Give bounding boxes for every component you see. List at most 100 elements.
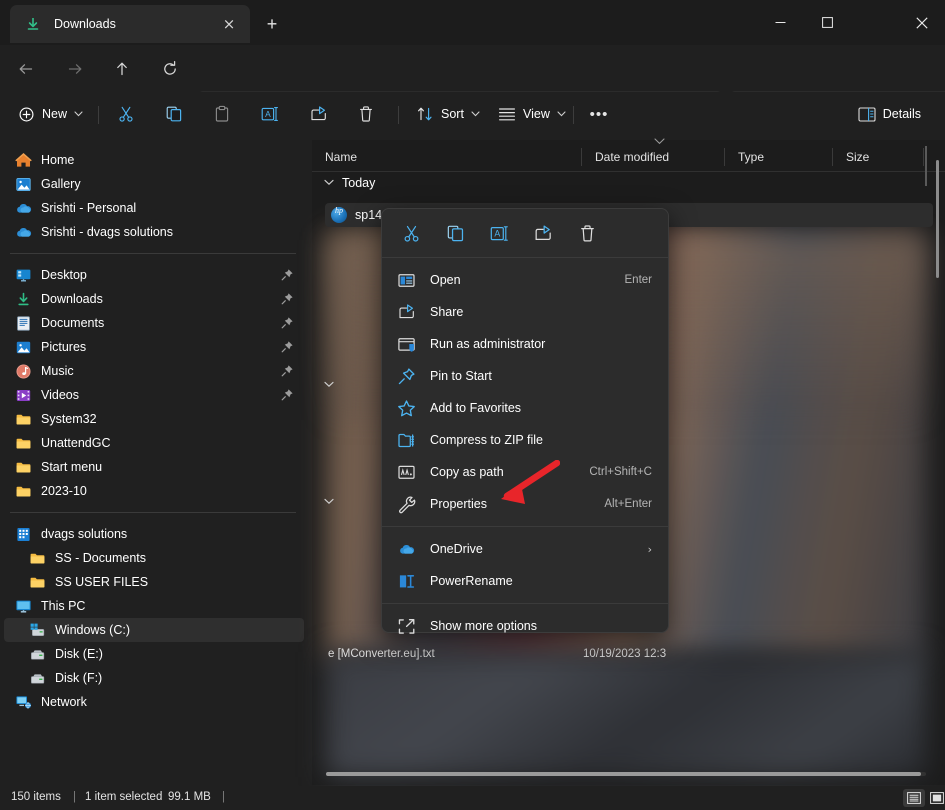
context-menu-quick-actions: A — [382, 209, 668, 257]
share-icon[interactable] — [302, 98, 334, 130]
pin-icon[interactable] — [281, 268, 294, 284]
pin-icon[interactable] — [281, 340, 294, 356]
refresh-button[interactable] — [154, 53, 186, 85]
context-menu-item-open[interactable]: Open Enter — [382, 264, 668, 296]
sidebar-item-dvags-solutions[interactable]: dvags solutions — [4, 522, 304, 546]
context-menu-item-run-as-administrator[interactable]: Run as administrator — [382, 328, 668, 360]
sidebar-item-ss-documents[interactable]: SS - Documents — [4, 546, 304, 570]
vertical-scrollbar-thumb[interactable] — [936, 160, 939, 278]
sidebar-item-label: dvags solutions — [41, 527, 128, 541]
sort-button[interactable]: Sort — [408, 98, 488, 130]
details-pane-button[interactable]: Details — [850, 98, 929, 130]
status-item-count: 150 items — [11, 791, 61, 803]
cut-icon[interactable] — [110, 98, 142, 130]
pin-icon[interactable] — [281, 364, 294, 380]
column-divider[interactable] — [923, 148, 924, 166]
chevron-down-icon[interactable] — [324, 178, 334, 189]
context-menu-item-show-more-options[interactable]: Show more options — [382, 610, 668, 642]
sidebar-item-2023-10[interactable]: 2023-10 — [4, 479, 304, 503]
sidebar-item-downloads[interactable]: Downloads — [4, 287, 304, 311]
sidebar-item-label: This PC — [41, 599, 86, 613]
sidebar-item-this-pc[interactable]: This PC — [4, 594, 304, 618]
close-window-button[interactable] — [898, 0, 945, 45]
chevron-down-icon[interactable] — [324, 497, 334, 508]
pin-icon[interactable] — [281, 388, 294, 404]
new-tab-button[interactable]: + — [258, 10, 286, 38]
pin-icon[interactable] — [281, 292, 294, 308]
sidebar-item-disk-e[interactable]: Disk (E:) — [4, 642, 304, 666]
copy-icon[interactable] — [436, 216, 474, 250]
rename-icon[interactable]: A — [254, 98, 286, 130]
context-menu[interactable]: A Open Enter Share Run as administrator … — [381, 208, 669, 634]
status-separator: | — [222, 791, 225, 803]
navigation-pane[interactable]: Home Gallery Srishti - Personal Srishti - d… — [0, 140, 310, 785]
pin-icon[interactable] — [281, 316, 294, 332]
folder-icon — [28, 549, 46, 567]
sidebar-divider — [10, 253, 296, 254]
context-menu-item-add-to-favorites[interactable]: Add to Favorites — [382, 392, 668, 424]
toolbar-divider — [573, 106, 574, 124]
large-icons-view-icon[interactable] — [926, 789, 945, 807]
sidebar-item-music[interactable]: Music — [4, 359, 304, 383]
column-header-name[interactable]: Name — [312, 143, 580, 171]
context-menu-item-properties[interactable]: Properties Alt+Enter — [382, 488, 668, 520]
sidebar-item-label: Disk (E:) — [55, 647, 103, 661]
onedrive-icon — [396, 539, 416, 559]
sidebar-scrollbar-thumb[interactable] — [925, 146, 927, 186]
view-button[interactable]: View — [490, 98, 574, 130]
sidebar-item-label: Srishti - dvags solutions — [41, 225, 174, 239]
details-view-icon[interactable] — [903, 789, 925, 807]
context-menu-item-compress-to-zip-file[interactable]: Compress to ZIP file — [382, 424, 668, 456]
back-button[interactable] — [10, 53, 42, 85]
sidebar-item-gallery[interactable]: Gallery — [4, 172, 304, 196]
close-icon[interactable]: × — [216, 11, 242, 37]
tab-downloads[interactable]: Downloads × — [10, 5, 250, 43]
maximize-button[interactable] — [804, 0, 851, 45]
delete-icon[interactable] — [568, 216, 606, 250]
sidebar-item-srishti-personal[interactable]: Srishti - Personal — [4, 196, 304, 220]
context-menu-item-copy-as-path[interactable]: Copy as path Ctrl+Shift+C — [382, 456, 668, 488]
forward-button[interactable] — [59, 53, 91, 85]
sidebar-item-start-menu[interactable]: Start menu — [4, 455, 304, 479]
sidebar-item-network[interactable]: Network — [4, 690, 304, 714]
sidebar-item-label: SS - Documents — [55, 551, 147, 565]
rename-icon[interactable]: A — [480, 216, 518, 250]
column-header-size[interactable]: Size — [833, 143, 923, 171]
minimize-button[interactable] — [757, 0, 804, 45]
sidebar-item-disk-f[interactable]: Disk (F:) — [4, 666, 304, 690]
copy-icon[interactable] — [158, 98, 190, 130]
sidebar-item-documents[interactable]: Documents — [4, 311, 304, 335]
sidebar-item-srishti-dvags-solutions[interactable]: Srishti - dvags solutions — [4, 220, 304, 244]
drive-icon — [28, 669, 46, 687]
group-label: Today — [342, 176, 376, 190]
desktop-icon — [14, 266, 32, 284]
context-menu-item-powerrename[interactable]: PowerRename — [382, 565, 668, 597]
context-menu-item-onedrive[interactable]: OneDrive › — [382, 533, 668, 565]
sidebar-item-ss-user-files[interactable]: SS USER FILES — [4, 570, 304, 594]
share-icon[interactable] — [524, 216, 562, 250]
zip-icon — [396, 430, 416, 450]
new-button[interactable]: New — [10, 98, 91, 130]
sidebar-item-videos[interactable]: Videos — [4, 383, 304, 407]
sidebar-item-desktop[interactable]: Desktop — [4, 263, 304, 287]
cut-icon[interactable] — [392, 216, 430, 250]
horizontal-scrollbar-thumb[interactable] — [326, 772, 921, 776]
column-header-date-modified[interactable]: Date modified — [582, 143, 724, 171]
sidebar-item-system32[interactable]: System32 — [4, 407, 304, 431]
context-menu-item-label: OneDrive — [430, 542, 483, 556]
delete-icon[interactable] — [350, 98, 382, 130]
copypath-icon — [396, 462, 416, 482]
sidebar-item-home[interactable]: Home — [4, 148, 304, 172]
context-menu-item-pin-to-start[interactable]: Pin to Start — [382, 360, 668, 392]
column-header-type[interactable]: Type — [725, 143, 832, 171]
chevron-down-icon — [557, 111, 566, 117]
context-menu-item-share[interactable]: Share — [382, 296, 668, 328]
sidebar-item-unattendgc[interactable]: UnattendGC — [4, 431, 304, 455]
chevron-down-icon[interactable] — [324, 380, 334, 391]
sidebar-item-pictures[interactable]: Pictures — [4, 335, 304, 359]
sidebar-item-windows-c[interactable]: Windows (C:) — [4, 618, 304, 642]
more-options-button[interactable]: ••• — [583, 98, 615, 130]
group-header-today[interactable]: Today — [324, 176, 375, 190]
paste-icon[interactable] — [206, 98, 238, 130]
up-button[interactable] — [106, 53, 138, 85]
